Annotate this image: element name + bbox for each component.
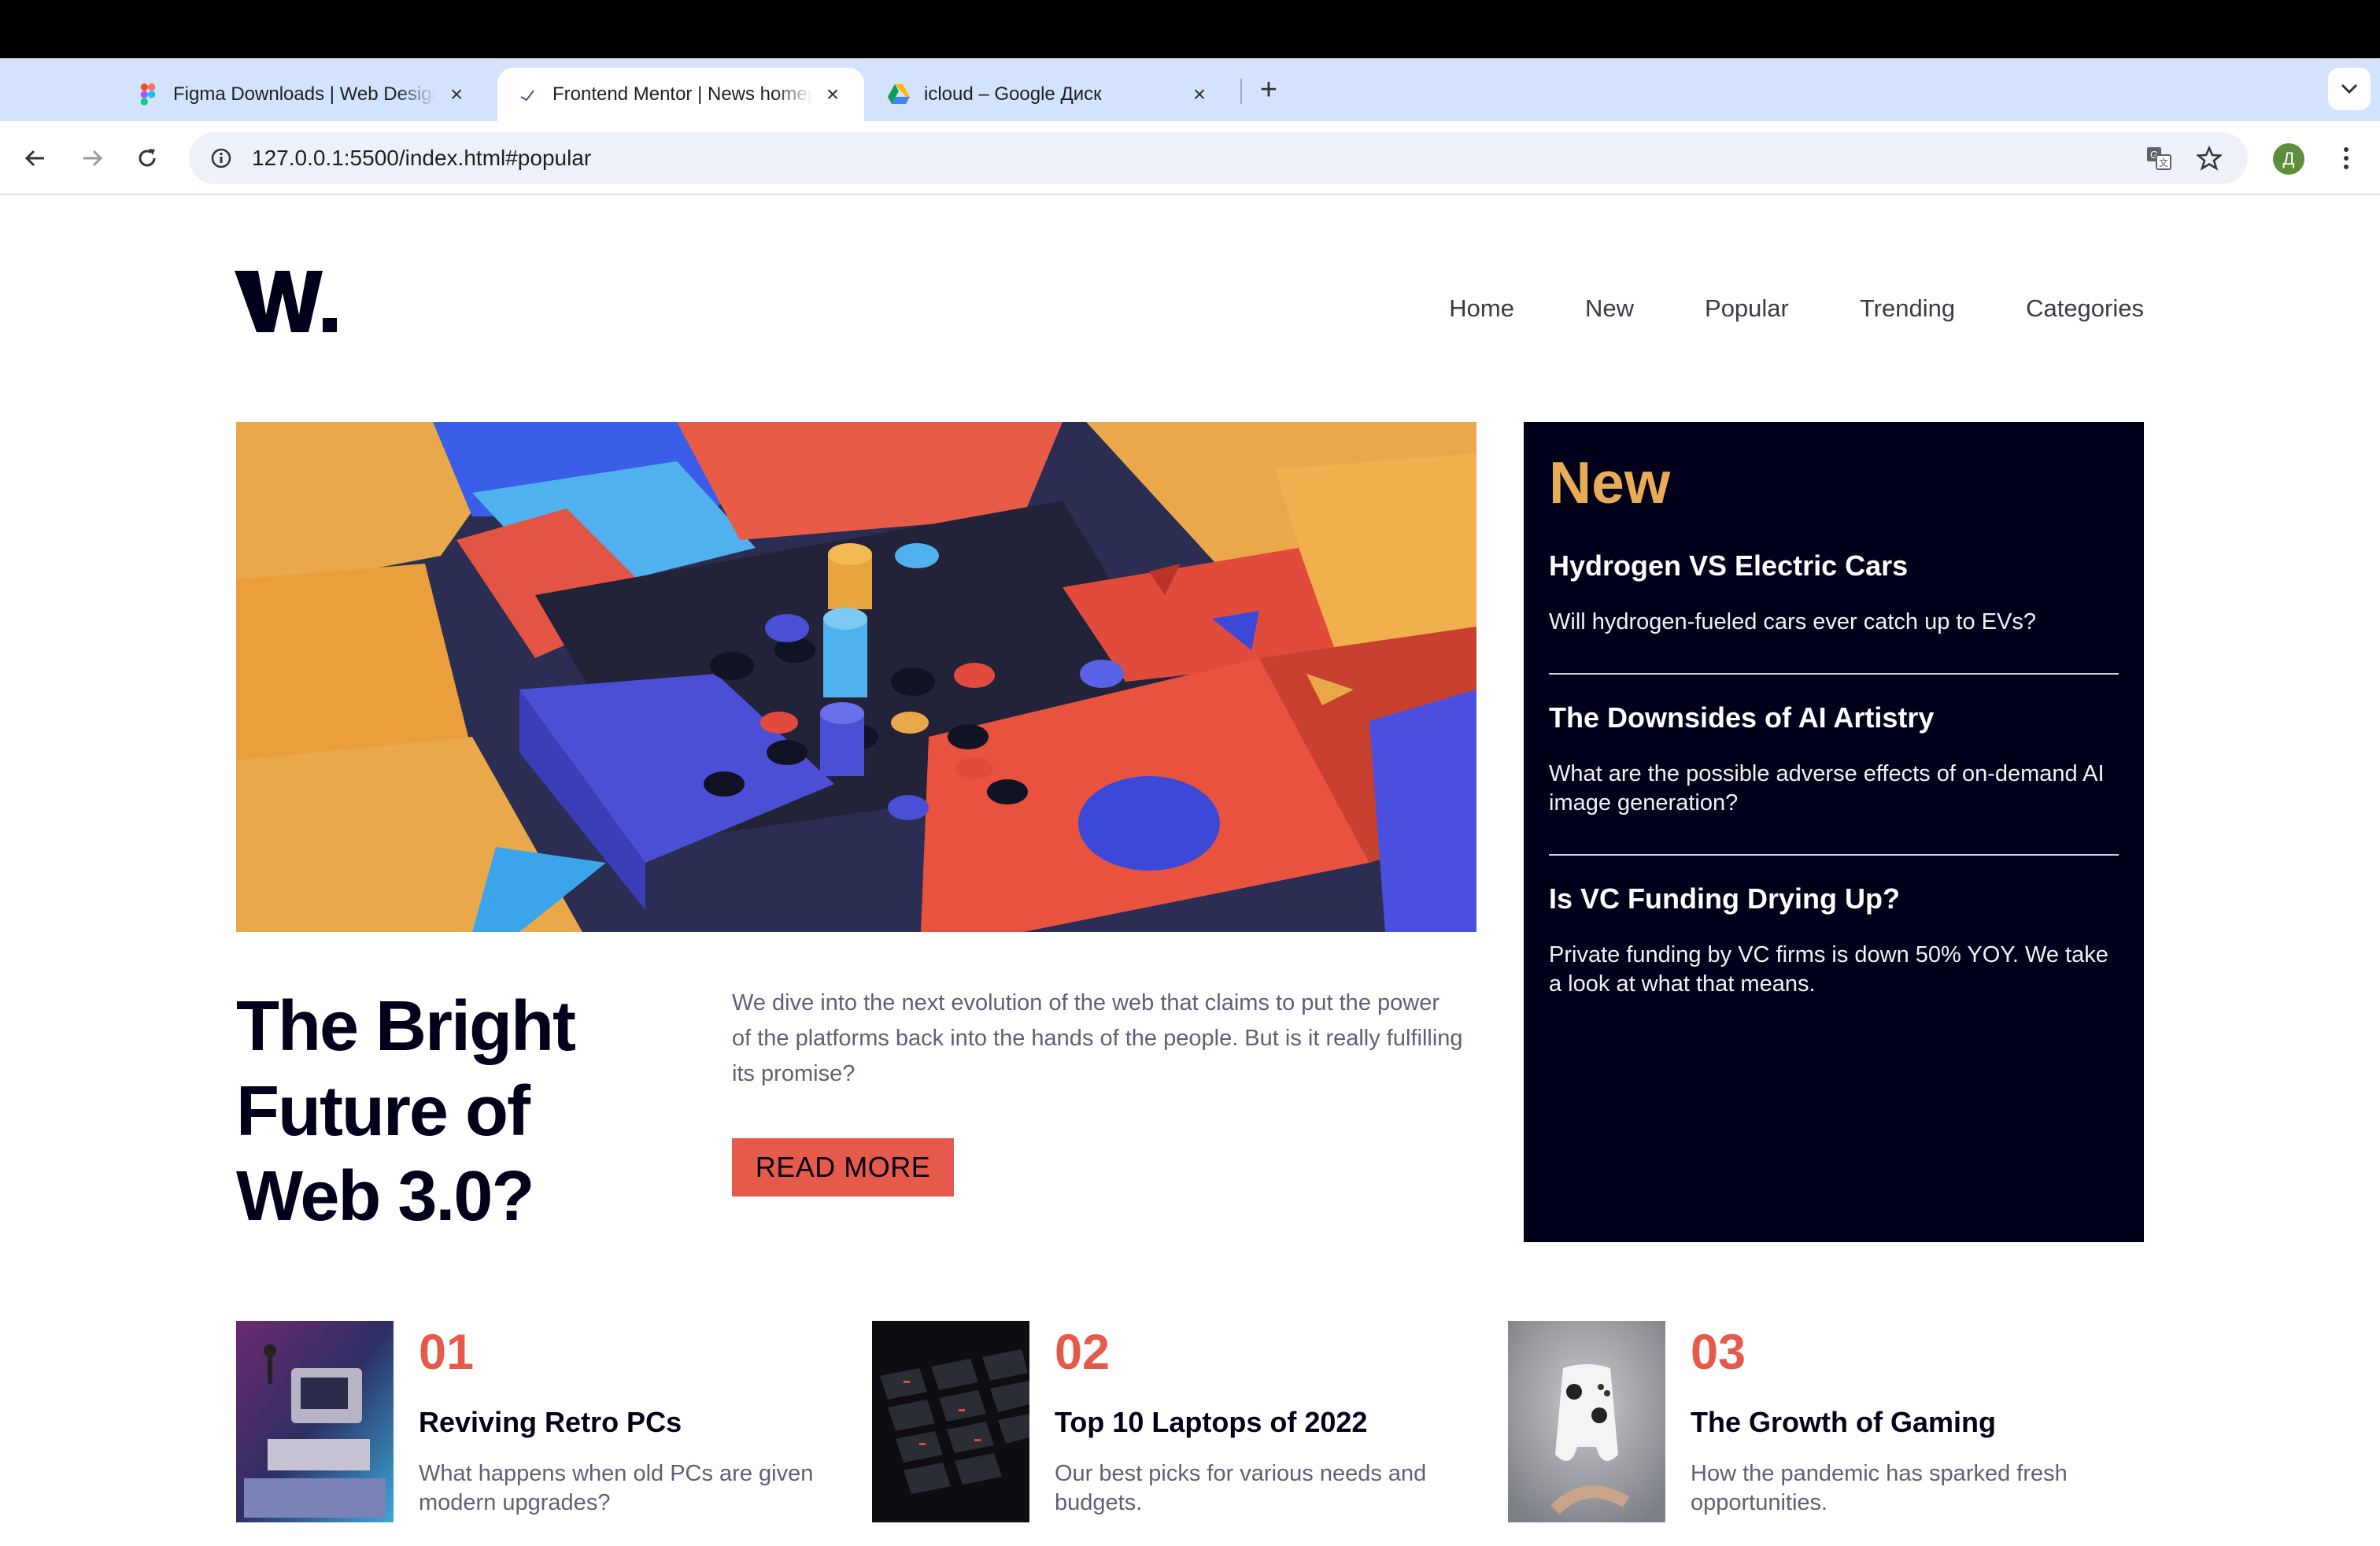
hero-image [236,422,1476,932]
site-logo[interactable] [235,269,337,339]
article-title[interactable]: The Growth of Gaming [1691,1406,1996,1439]
close-tab-icon[interactable]: × [444,82,469,107]
feature-description: We dive into the next evolution of the w… [732,990,1463,1086]
game-controller-thumbnail [1508,1321,1665,1522]
tab-figma[interactable]: Figma Downloads | Web Design × [118,68,488,121]
article-summary: How the pandemic has sparked fresh oppor… [1691,1461,2068,1515]
news-item[interactable]: Hydrogen VS Electric Cars Will hydrogen-… [1549,549,2119,637]
new-tab-button[interactable]: + [1251,72,1286,107]
browser-menu-button[interactable] [2325,137,2367,179]
article-summary: Our best picks for various needs and bud… [1055,1461,1427,1515]
article-title[interactable]: Reviving Retro PCs [419,1406,682,1439]
system-bar [0,0,2380,58]
divider [1549,854,2119,856]
tab-title: Figma Downloads | Web Design [173,83,436,105]
google-drive-icon [888,83,910,105]
article-number: 02 [1055,1325,1111,1380]
arrow-right-icon [83,150,103,167]
address-bar[interactable]: 127.0.0.1:5500/index.html#popular [189,132,2248,184]
news-item[interactable]: Is VC Funding Drying Up? Private funding… [1549,882,2119,999]
reload-icon [139,149,156,167]
new-section-heading: New [1549,449,1671,516]
article-card[interactable]: 02 Top 10 Laptops of 2022 Our best picks… [872,1321,1502,1522]
url-text: 127.0.0.1:5500/index.html#popular [252,146,592,170]
tab-google-drive[interactable]: icloud – Google Диск × [869,68,1231,121]
close-tab-icon[interactable]: × [820,82,845,107]
chevron-down-icon [2341,83,2358,94]
divider [1549,673,2119,675]
news-item-title[interactable]: Hydrogen VS Electric Cars [1549,549,2119,583]
site-info-icon[interactable] [208,145,235,172]
nav-link-categories[interactable]: Categories [2026,294,2144,323]
article-card[interactable]: 01 Reviving Retro PCs What happens when … [236,1321,866,1522]
star-icon [2197,146,2222,171]
nav-link-new[interactable]: New [1585,294,1634,323]
frontend-mentor-icon [516,83,538,105]
main-nav: Home New Popular Trending Categories [1449,294,2144,323]
tab-search-button[interactable] [2328,68,2371,110]
tab-separator [1240,79,1242,104]
svg-text:文: 文 [2159,157,2168,168]
nav-link-trending[interactable]: Trending [1860,294,1955,323]
back-button[interactable] [14,137,57,179]
retro-pc-thumbnail [236,1321,394,1522]
profile-avatar[interactable]: Д [2273,143,2304,175]
article-summary: What happens when old PCs are given mode… [419,1461,814,1515]
new-articles-panel: New Hydrogen VS Electric Cars Will hydro… [1524,422,2144,1242]
translate-icon: G文 [2147,147,2171,170]
tab-frontend-mentor[interactable]: Frontend Mentor | News homepage × [497,68,864,121]
news-item-title[interactable]: Is VC Funding Drying Up? [1549,882,2119,915]
close-tab-icon[interactable]: × [1187,82,1212,107]
read-more-button[interactable]: READ MORE [732,1138,954,1196]
news-item-summary: Private funding by VC firms is down 50% … [1549,942,2108,997]
tab-title: icloud – Google Диск [924,83,1102,105]
nav-link-home[interactable]: Home [1449,294,1514,323]
news-item-summary: Will hydrogen-fueled cars ever catch up … [1549,609,2036,634]
tab-title: Frontend Mentor | News homepage [552,83,812,105]
page-content: Home New Popular Trending Categories The… [0,197,2380,1546]
news-item[interactable]: The Downsides of AI Artistry What are th… [1549,701,2119,818]
laptop-keyboard-thumbnail [872,1321,1029,1522]
translate-button[interactable]: G文 [2138,137,2180,179]
arrow-left-icon [24,150,44,167]
bookmark-button[interactable] [2188,137,2230,179]
news-item-summary: What are the possible adverse effects of… [1549,761,2105,816]
figma-icon [137,83,159,105]
tab-strip: Figma Downloads | Web Design × Frontend … [0,58,2380,121]
nav-link-popular[interactable]: Popular [1705,294,1789,323]
article-number: 01 [419,1325,475,1380]
news-item-title[interactable]: The Downsides of AI Artistry [1549,701,2119,734]
article-number: 03 [1691,1325,1746,1380]
kebab-menu-icon [2344,147,2349,169]
forward-button[interactable] [71,137,113,179]
feature-headline: The Bright Future of Web 3.0? [236,987,576,1236]
reload-button[interactable] [126,137,168,179]
browser-toolbar: 127.0.0.1:5500/index.html#popular G文 [0,121,2380,195]
article-title[interactable]: Top 10 Laptops of 2022 [1055,1406,1367,1439]
article-card[interactable]: 03 The Growth of Gaming How the pandemic… [1508,1321,2145,1522]
